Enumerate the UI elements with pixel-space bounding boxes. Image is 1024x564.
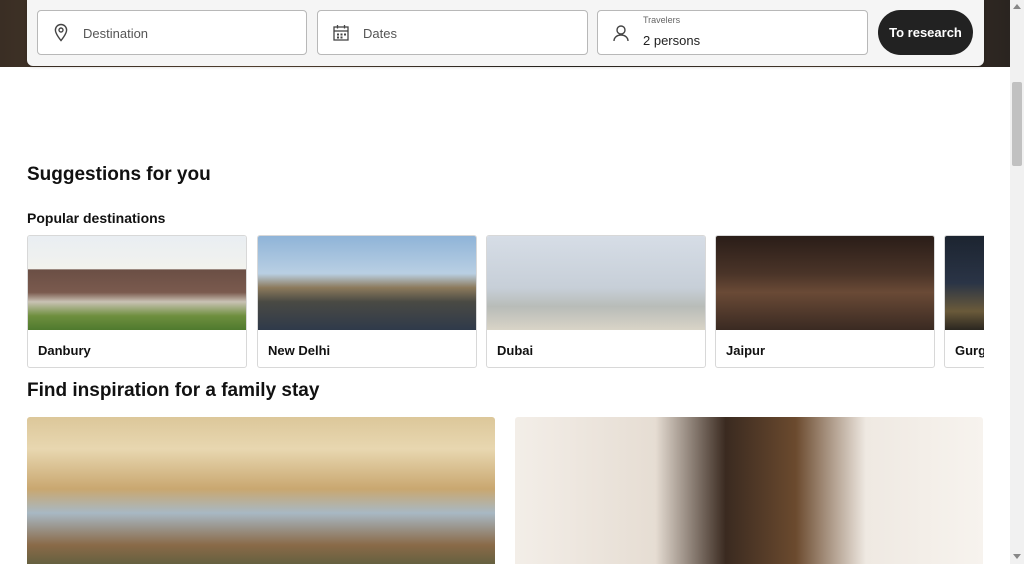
person-icon [612, 23, 630, 43]
family-inspiration-title: Find inspiration for a family stay [27, 380, 320, 401]
dates-placeholder: Dates [363, 26, 397, 41]
travelers-field[interactable]: Travelers 2 persons [597, 10, 868, 55]
destination-photo [258, 236, 476, 330]
destination-card-jaipur[interactable]: Jaipur [715, 235, 935, 368]
destination-photo [28, 236, 246, 330]
travelers-value: 2 persons [643, 33, 701, 48]
scroll-down-icon[interactable] [1013, 554, 1021, 559]
travelers-label: Travelers [643, 15, 681, 25]
destination-photo [487, 236, 705, 330]
scroll-up-icon[interactable] [1013, 4, 1021, 9]
destination-card-danbury[interactable]: Danbury [27, 235, 247, 368]
destination-name: Jaipur [726, 343, 766, 358]
calendar-icon [332, 23, 350, 43]
destination-field[interactable]: Destination [37, 10, 307, 55]
destination-card-new-delhi[interactable]: New Delhi [257, 235, 477, 368]
destination-photo [945, 236, 984, 330]
destination-card-dubai[interactable]: Dubai [486, 235, 706, 368]
family-stay-card-beach-houses[interactable] [27, 417, 495, 564]
map-pin-icon [52, 23, 70, 43]
destination-name: Danbury [38, 343, 91, 358]
destination-name: Dubai [497, 343, 534, 358]
destination-name: Gurg [955, 343, 984, 358]
destination-photo [716, 236, 934, 330]
popular-destinations-title: Popular destinations [27, 210, 166, 226]
research-button[interactable]: To research [878, 10, 973, 55]
search-bar: Destination Dates Travelers 2 persons To… [27, 0, 984, 66]
suggestions-title: Suggestions for you [27, 164, 211, 185]
destination-name: New Delhi [268, 343, 331, 358]
dates-field[interactable]: Dates [317, 10, 588, 55]
page-scrollbar[interactable] [1010, 0, 1024, 564]
destination-card-gurg[interactable]: Gurg [944, 235, 984, 368]
destination-placeholder: Destination [83, 26, 149, 41]
destinations-carousel: Danbury New Delhi Dubai Jaipur Gurg [27, 235, 984, 368]
scroll-thumb[interactable] [1012, 82, 1022, 166]
family-stay-card-dog[interactable] [515, 417, 983, 564]
